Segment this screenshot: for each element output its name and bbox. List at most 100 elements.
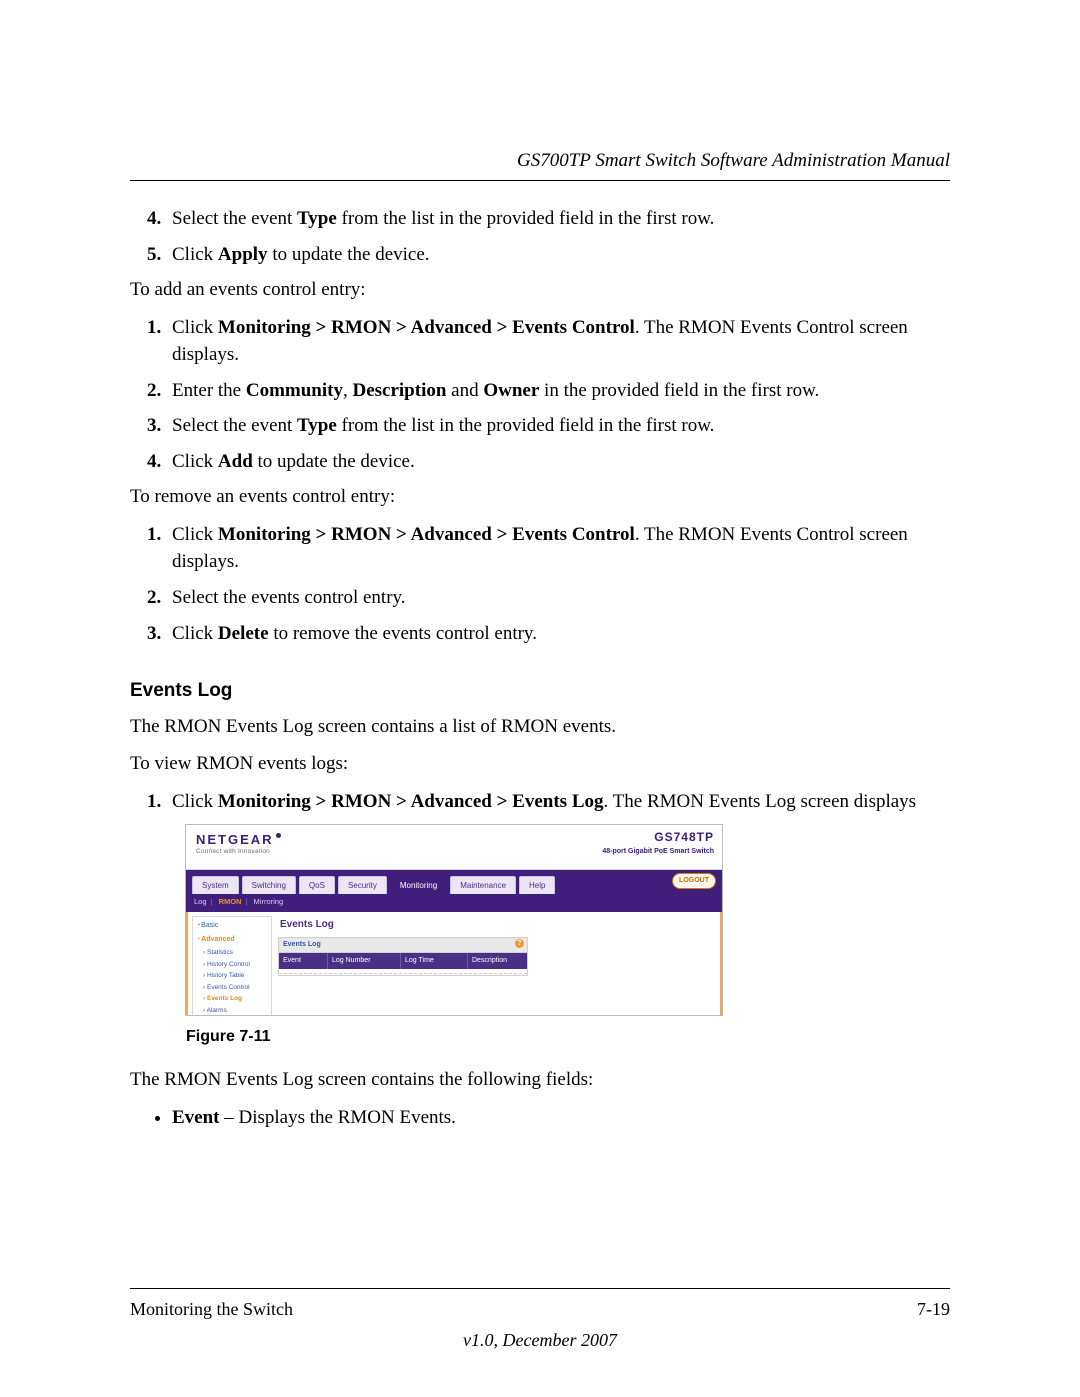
text: Click [172, 623, 218, 644]
table-column-header: Event Log Number Log Time Description [279, 953, 527, 969]
footer-version: v1.0, December 2007 [130, 1330, 950, 1351]
text: from the list in the provided field in t… [337, 208, 715, 229]
col-log-number: Log Number [328, 953, 401, 969]
text-bold: Description [352, 380, 446, 401]
list-item: Click Apply to update the device. [166, 241, 950, 269]
header-rule [130, 180, 950, 181]
text-bold: Owner [483, 380, 539, 401]
product-label: GS748TP 48-port Gigabit PoE Smart Switch [602, 829, 714, 857]
text-bold: Community [246, 380, 343, 401]
sidebar-item-history-table[interactable]: History Table [197, 970, 267, 981]
product-model: GS748TP [602, 829, 714, 846]
list-item: Enter the Community, Description and Own… [166, 377, 950, 405]
figure-caption: Figure 7-11 [186, 1025, 950, 1048]
text: from the list in the provided field in t… [337, 415, 715, 436]
product-desc: 48-port Gigabit PoE Smart Switch [602, 847, 714, 857]
table-title-row: Events Log ? [279, 938, 527, 953]
text: Click [172, 451, 218, 472]
text: Select the event [172, 208, 297, 229]
list-item: Click Delete to remove the events contro… [166, 620, 950, 648]
col-log-time: Log Time [401, 953, 468, 969]
text-bold: Event [172, 1107, 220, 1128]
tab-switching[interactable]: Switching [242, 876, 296, 895]
embedded-screenshot: NETGEAR Connect with Innovation GS748TP … [186, 825, 722, 1015]
text-bold: Add [218, 451, 253, 472]
sidebar-basic[interactable]: Basic [197, 919, 267, 933]
table-empty-row [279, 973, 527, 975]
shot-header: NETGEAR Connect with Innovation GS748TP … [186, 825, 722, 870]
tab-system[interactable]: System [192, 876, 239, 895]
tab-qos[interactable]: QoS [299, 876, 335, 895]
list-item: Event – Displays the RMON Events. [172, 1104, 950, 1132]
text: Click [172, 524, 218, 545]
shot-content: Events Log Events Log ? Event Log Number… [276, 912, 720, 1015]
list-item: Click Monitoring > RMON > Advanced > Eve… [166, 521, 950, 576]
sub-nav: Log| RMON| Mirroring [186, 894, 722, 912]
text-bold: Monitoring > RMON > Advanced > Events Co… [218, 524, 635, 545]
paragraph: The RMON Events Log screen contains the … [130, 1066, 950, 1094]
table-title: Events Log [283, 940, 321, 950]
text-bold: Apply [218, 244, 268, 265]
shot-body: Basic Advanced Statistics History Contro… [186, 912, 722, 1015]
text-bold: Monitoring > RMON > Advanced > Events Lo… [218, 791, 604, 812]
tab-security[interactable]: Security [338, 876, 387, 895]
section-heading: Events Log [130, 677, 950, 705]
col-event: Event [279, 953, 328, 969]
text: Select the events control entry. [172, 587, 406, 608]
paragraph: To remove an events control entry: [130, 483, 950, 511]
text: Click [172, 791, 218, 812]
list-item: Select the event Type from the list in t… [166, 205, 950, 233]
field-bullets: Event – Displays the RMON Events. [130, 1104, 950, 1132]
text: Click [172, 317, 218, 338]
list-item: Select the event Type from the list in t… [166, 412, 950, 440]
list-item: Click Monitoring > RMON > Advanced > Eve… [166, 788, 950, 816]
text: – Displays the RMON Events. [220, 1107, 456, 1128]
ordered-list-b: Click Monitoring > RMON > Advanced > Eve… [130, 314, 950, 476]
content-title: Events Log [280, 918, 714, 933]
tab-maintenance[interactable]: Maintenance [450, 876, 516, 895]
main-nav: System Switching QoS Security Monitoring… [186, 870, 722, 894]
paragraph: To view RMON events logs: [130, 750, 950, 778]
logout-button[interactable]: LOGOUT [672, 873, 716, 889]
ordered-list-d: Click Monitoring > RMON > Advanced > Eve… [130, 788, 950, 816]
text-bold: Type [297, 208, 337, 229]
help-icon[interactable]: ? [515, 939, 524, 948]
sidebar-item-events-control[interactable]: Events Control [197, 982, 267, 993]
col-description: Description [468, 953, 527, 969]
ordered-list-c: Click Monitoring > RMON > Advanced > Eve… [130, 521, 950, 647]
sidebar-panel: Basic Advanced Statistics History Contro… [192, 916, 272, 1015]
footer-rule [130, 1288, 950, 1289]
footer-right: 7-19 [917, 1299, 950, 1320]
page-footer: Monitoring the Switch 7-19 v1.0, Decembe… [130, 1288, 950, 1351]
text: . The RMON Events Log screen displays [604, 791, 917, 812]
ordered-list-a: Select the event Type from the list in t… [130, 205, 950, 268]
tab-monitoring[interactable]: Monitoring [390, 876, 447, 895]
tab-help[interactable]: Help [519, 876, 555, 895]
list-item: Select the events control entry. [166, 584, 950, 612]
subnav-mirroring[interactable]: Mirroring [254, 897, 284, 906]
text: in the provided field in the first row. [539, 380, 819, 401]
text-bold: Delete [218, 623, 269, 644]
logo-tagline: Connect with Innovation [196, 847, 270, 856]
events-log-table: Events Log ? Event Log Number Log Time D… [278, 937, 528, 976]
text: to update the device. [268, 244, 430, 265]
footer-left: Monitoring the Switch [130, 1299, 293, 1320]
sidebar-item-events-log[interactable]: Events Log [197, 993, 267, 1004]
sidebar-item-statistics[interactable]: Statistics [197, 947, 267, 958]
sidebar-advanced[interactable]: Advanced [197, 933, 267, 947]
body-text: Select the event Type from the list in t… [130, 205, 950, 1132]
text-bold: Monitoring > RMON > Advanced > Events Co… [218, 317, 635, 338]
text-bold: Type [297, 415, 337, 436]
subnav-rmon[interactable]: RMON [219, 897, 242, 906]
running-header: GS700TP Smart Switch Software Administra… [130, 150, 950, 172]
text: to remove the events control entry. [269, 623, 537, 644]
sidebar: Basic Advanced Statistics History Contro… [188, 912, 276, 1015]
text: to update the device. [253, 451, 415, 472]
subnav-log[interactable]: Log [194, 897, 207, 906]
sidebar-item-alarms[interactable]: Alarms [197, 1005, 267, 1016]
sidebar-item-history-control[interactable]: History Control [197, 959, 267, 970]
list-item: Click Monitoring > RMON > Advanced > Eve… [166, 314, 950, 369]
text: Enter the [172, 380, 246, 401]
text: Select the event [172, 415, 297, 436]
list-item: Click Add to update the device. [166, 448, 950, 476]
